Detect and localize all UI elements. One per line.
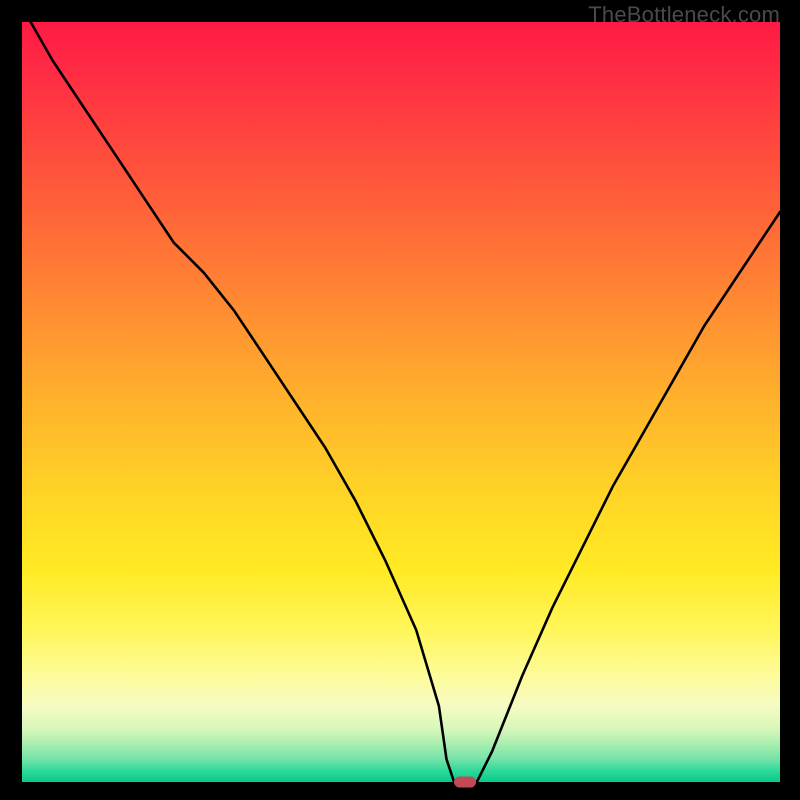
min-marker (454, 777, 476, 788)
plot-area (22, 22, 780, 782)
bottleneck-curve (22, 22, 780, 782)
chart-frame: TheBottleneck.com (0, 0, 800, 800)
watermark-text: TheBottleneck.com (588, 2, 780, 28)
